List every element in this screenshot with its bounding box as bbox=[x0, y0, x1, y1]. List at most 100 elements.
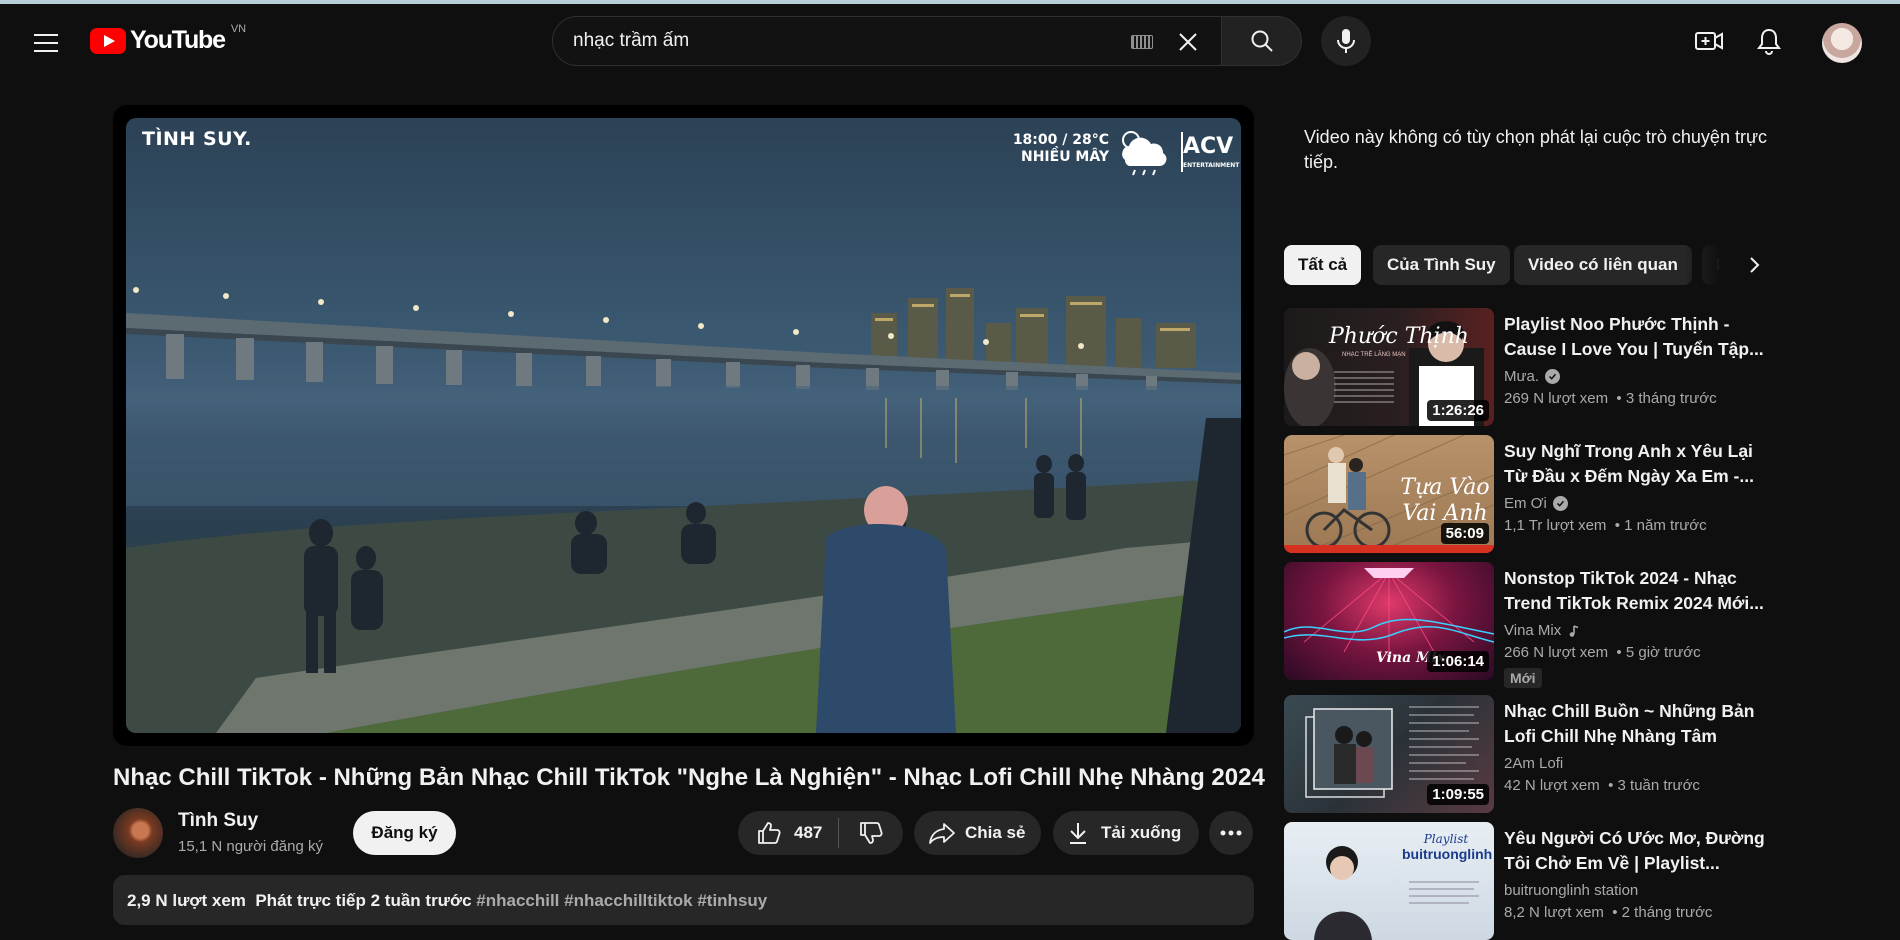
video-title[interactable]: Playlist Noo Phước Thịnh - Cause I Love … bbox=[1504, 312, 1766, 362]
video-duration: 1:09:55 bbox=[1427, 784, 1489, 805]
account-avatar[interactable] bbox=[1822, 23, 1862, 63]
view-count: 2,9 N lượt xem bbox=[127, 891, 246, 910]
share-icon bbox=[929, 823, 955, 844]
video-thumbnail[interactable]: 1:09:55 bbox=[1284, 695, 1494, 813]
thumbnail-title-line1: Playlist bbox=[1423, 832, 1469, 846]
channel-line: buitruonglinh station bbox=[1504, 882, 1638, 899]
video-thumbnail[interactable]: Tựa Vào Vai Anh 56:09 bbox=[1284, 435, 1494, 553]
channel-name[interactable]: Vina Mix bbox=[1504, 622, 1561, 639]
view-count: 1,1 Tr lượt xem bbox=[1504, 517, 1607, 534]
video-duration: 1:26:26 bbox=[1427, 400, 1489, 421]
search-button[interactable] bbox=[1222, 16, 1302, 66]
download-label: Tải xuống bbox=[1101, 823, 1182, 842]
thumbnail-title: Phước Thịnh bbox=[1329, 324, 1469, 349]
like-button[interactable]: 487 bbox=[738, 820, 838, 846]
channel-name[interactable]: Em Ơi bbox=[1504, 495, 1547, 512]
watermark-weather: 18:00 / 28°C NHIỀU MÂY bbox=[1013, 132, 1109, 166]
search-icon bbox=[1251, 30, 1273, 52]
channel-line: 2Am Lofi bbox=[1504, 755, 1563, 772]
video-meta: 42 N lượt xem • 3 tuần trước bbox=[1504, 777, 1700, 794]
video-meta: 1,1 Tr lượt xem • 1 năm trước bbox=[1504, 517, 1707, 534]
video-player[interactable]: TÌNH SUY. 18:00 / 28°C NHIỀU MÂY ACV ENT… bbox=[113, 105, 1254, 746]
chip-related[interactable]: Video có liên quan bbox=[1514, 245, 1692, 285]
share-label: Chia sẻ bbox=[965, 823, 1026, 842]
voice-search-button[interactable] bbox=[1321, 16, 1371, 66]
download-button[interactable]: Tải xuống bbox=[1053, 811, 1199, 855]
upload-age: 5 giờ trước bbox=[1625, 644, 1701, 661]
watermark-brand: ACV ENTERTAINMENT bbox=[1181, 132, 1240, 172]
video-duration: 1:06:14 bbox=[1427, 651, 1489, 672]
video-frame: TÌNH SUY. 18:00 / 28°C NHIỀU MÂY ACV ENT… bbox=[126, 118, 1241, 733]
verified-icon bbox=[1552, 496, 1568, 511]
menu-icon[interactable] bbox=[26, 26, 66, 60]
channel-name[interactable]: Mưa. bbox=[1504, 368, 1539, 385]
chip-all[interactable]: Tất cả bbox=[1284, 245, 1362, 285]
keyboard-icon[interactable] bbox=[1131, 35, 1153, 49]
chip-from-channel[interactable]: Của Tình Suy bbox=[1373, 245, 1510, 285]
music-note-icon bbox=[1569, 624, 1579, 637]
share-button[interactable]: Chia sẻ bbox=[914, 811, 1041, 855]
chips-next-arrow-icon[interactable] bbox=[1738, 249, 1770, 281]
stream-date: Phát trực tiếp 2 tuần trước bbox=[255, 891, 472, 910]
video-thumbnail[interactable]: Vina Mix 1:06:14 bbox=[1284, 562, 1494, 680]
verified-icon bbox=[1545, 369, 1561, 384]
clear-search-icon[interactable] bbox=[1173, 27, 1203, 57]
recommended-video[interactable]: Playlist buitruonglinh Yêu Người Có Ước … bbox=[1284, 822, 1774, 940]
video-meta: 269 N lượt xem • 3 tháng trước bbox=[1504, 390, 1717, 407]
new-badge: Mới bbox=[1504, 668, 1542, 688]
channel-name[interactable]: 2Am Lofi bbox=[1504, 755, 1563, 772]
more-actions-button[interactable] bbox=[1209, 811, 1253, 855]
download-icon bbox=[1070, 823, 1086, 844]
channel-line: Mưa. bbox=[1504, 368, 1561, 385]
upload-age: 3 tuần trước bbox=[1617, 777, 1700, 794]
upload-age: 1 năm trước bbox=[1624, 517, 1707, 534]
channel-name[interactable]: buitruonglinh station bbox=[1504, 882, 1638, 899]
filter-chips: Tất cả Của Tình Suy Video có liên quan D bbox=[1284, 245, 1764, 285]
watermark-brand-text: ACV bbox=[1183, 134, 1234, 159]
country-code: VN bbox=[230, 22, 247, 35]
subscriber-count: 15,1 N người đăng ký bbox=[178, 838, 323, 855]
channel-line: Vina Mix bbox=[1504, 622, 1581, 639]
dislike-button[interactable] bbox=[839, 820, 903, 846]
video-title[interactable]: Suy Nghĩ Trong Anh x Yêu Lại Từ Đầu x Đế… bbox=[1504, 439, 1766, 489]
youtube-logo[interactable]: YouTube VN bbox=[90, 22, 247, 55]
video-title[interactable]: Nhạc Chill Buồn ~ Những Bản Lofi Chill N… bbox=[1504, 699, 1766, 749]
create-video-icon[interactable] bbox=[1694, 26, 1724, 56]
channel-line: Em Ơi bbox=[1504, 495, 1568, 512]
video-thumbnail[interactable]: Phước Thịnh NHẠC TRẺ LÃNG MẠN 1:26:26 bbox=[1284, 308, 1494, 426]
upload-age: 3 tháng trước bbox=[1625, 390, 1717, 407]
video-duration: 56:09 bbox=[1440, 523, 1489, 544]
logo-text: YouTube bbox=[130, 26, 226, 54]
watermark-channel: TÌNH SUY. bbox=[142, 128, 252, 150]
watermark-brand-sub: ENTERTAINMENT bbox=[1183, 162, 1240, 169]
search-bar bbox=[552, 16, 1302, 66]
video-title[interactable]: Yêu Người Có Ước Mơ, Đường Tôi Chở Em Về… bbox=[1504, 826, 1766, 876]
channel-avatar[interactable] bbox=[113, 808, 163, 858]
recommended-video[interactable]: Vina Mix 1:06:14 Nonstop TikTok 2024 - N… bbox=[1284, 562, 1774, 688]
notifications-bell-icon[interactable] bbox=[1754, 26, 1784, 56]
like-count: 487 bbox=[794, 823, 823, 842]
thumbnail-subtitle: NHẠC TRẺ LÃNG MẠN bbox=[1342, 352, 1406, 358]
view-count: 8,2 N lượt xem bbox=[1504, 904, 1604, 921]
thumbs-down-icon bbox=[860, 822, 883, 844]
recommended-video[interactable]: Phước Thịnh NHẠC TRẺ LÃNG MẠN 1:26:26 Pl… bbox=[1284, 308, 1774, 426]
view-count: 266 N lượt xem bbox=[1504, 644, 1609, 661]
view-count: 269 N lượt xem bbox=[1504, 390, 1609, 407]
upload-age: 2 tháng trước bbox=[1621, 904, 1713, 921]
video-title[interactable]: Nonstop TikTok 2024 - Nhạc Trend TikTok … bbox=[1504, 566, 1766, 616]
watermark-weather-line2: NHIỀU MÂY bbox=[1020, 149, 1109, 165]
chat-replay-note: Video này không có tùy chọn phát lại cuộ… bbox=[1304, 127, 1767, 172]
more-horizontal-icon bbox=[1220, 830, 1242, 836]
description-box[interactable]: 2,9 N lượt xem Phát trực tiếp 2 tuần trư… bbox=[113, 875, 1254, 925]
search-input[interactable] bbox=[573, 30, 1133, 52]
video-scene-image bbox=[126, 287, 1241, 733]
search-box bbox=[552, 16, 1222, 66]
subscribe-button[interactable]: Đăng ký bbox=[353, 811, 456, 855]
thumbs-up-icon bbox=[758, 822, 781, 844]
channel-name[interactable]: Tình Suy bbox=[178, 810, 258, 832]
video-thumbnail[interactable]: Playlist buitruonglinh bbox=[1284, 822, 1494, 940]
recommended-video[interactable]: Tựa Vào Vai Anh 56:09 Suy Nghĩ Trong Anh… bbox=[1284, 435, 1774, 553]
hashtags[interactable]: #nhacchill #nhacchilltiktok #tinhsuy bbox=[476, 891, 767, 910]
watermark-weather-line1: 18:00 / 28°C bbox=[1012, 132, 1109, 148]
recommended-video[interactable]: 1:09:55 Nhạc Chill Buồn ~ Những Bản Lofi… bbox=[1284, 695, 1774, 813]
